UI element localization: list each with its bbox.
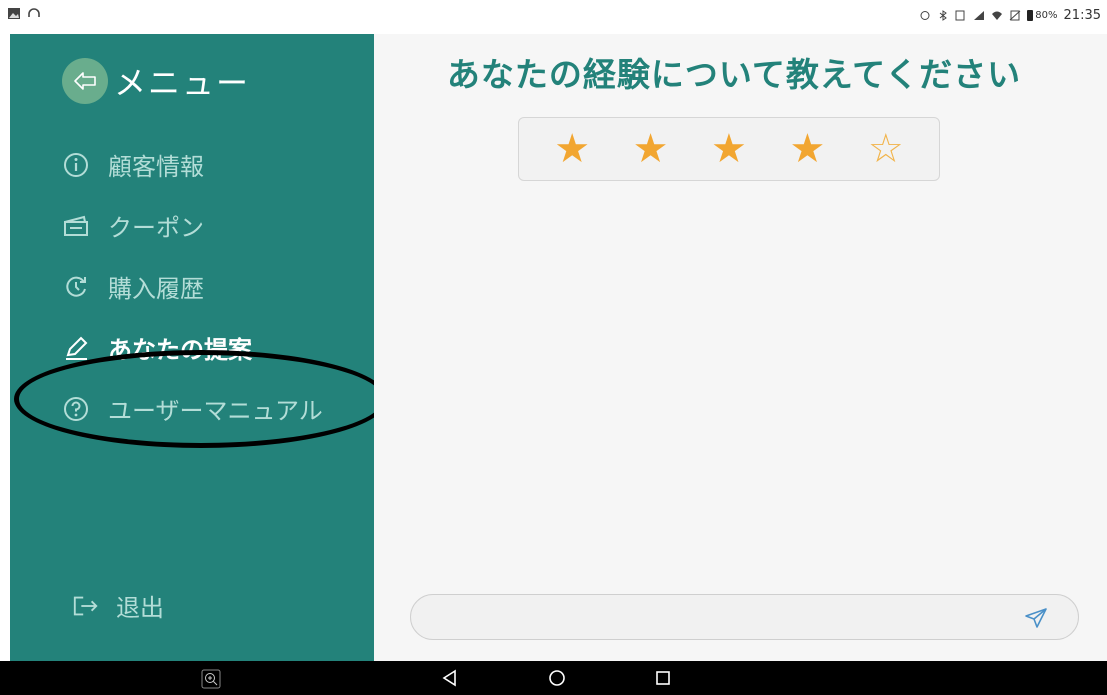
no-sim-icon bbox=[1009, 10, 1021, 21]
system-navigation-bar bbox=[0, 661, 1107, 695]
back-button[interactable] bbox=[62, 58, 108, 104]
pencil-icon bbox=[62, 334, 90, 362]
signal-icon bbox=[974, 11, 985, 20]
message-input-bar[interactable] bbox=[410, 594, 1079, 640]
sidebar-item-your-suggestion[interactable]: あなたの提案 bbox=[62, 317, 323, 378]
sidebar-item-label: ユーザーマニュアル bbox=[108, 397, 323, 425]
sidebar-item-label: 顧客情報 bbox=[108, 153, 204, 181]
star-3-filled-icon[interactable]: ★ bbox=[711, 129, 747, 169]
status-bar: 80% 21:35 bbox=[0, 0, 1107, 34]
sidebar-menu: メニュー 顧客情報 クーポン 購入履歴 あなたの提案 ユーザーマニュアル 退出 bbox=[10, 34, 374, 661]
help-icon bbox=[62, 395, 90, 423]
sidebar-nav: 顧客情報 クーポン 購入履歴 あなたの提案 ユーザーマニュアル bbox=[62, 134, 323, 439]
headphones-icon bbox=[28, 8, 40, 17]
image-notification-icon bbox=[8, 8, 20, 19]
menu-header: メニュー bbox=[62, 58, 250, 104]
sidebar-item-label: クーポン bbox=[108, 214, 204, 242]
send-icon[interactable] bbox=[1024, 607, 1048, 629]
bluetooth-icon bbox=[939, 10, 948, 21]
battery-percent: 80% bbox=[1035, 10, 1058, 21]
battery-indicator: 80% bbox=[1027, 10, 1058, 21]
home-nav-icon[interactable] bbox=[548, 669, 566, 687]
history-icon bbox=[62, 273, 90, 301]
nfc-icon bbox=[955, 10, 965, 21]
recents-nav-icon[interactable] bbox=[654, 669, 672, 687]
sidebar-item-label: あなたの提案 bbox=[108, 336, 252, 364]
sidebar-item-coupon[interactable]: クーポン bbox=[62, 195, 323, 256]
page-title: あなたの経験について教えてください bbox=[446, 55, 1022, 94]
sync-icon bbox=[920, 11, 930, 20]
wifi-icon bbox=[992, 11, 1003, 20]
sidebar-item-user-manual[interactable]: ユーザーマニュアル bbox=[62, 378, 323, 439]
star-5-empty-icon[interactable]: ☆ bbox=[868, 129, 904, 169]
battery-icon bbox=[1027, 10, 1034, 21]
sidebar-item-purchase-history[interactable]: 購入履歴 bbox=[62, 256, 323, 317]
coupon-icon bbox=[62, 212, 90, 240]
star-2-filled-icon[interactable]: ★ bbox=[633, 129, 669, 169]
clock: 21:35 bbox=[1063, 8, 1101, 23]
sidebar-item-label: 購入履歴 bbox=[108, 275, 204, 303]
arrow-left-icon bbox=[74, 72, 96, 90]
star-1-filled-icon[interactable]: ★ bbox=[554, 129, 590, 169]
main-content: あなたの経験について教えてください ★ ★ ★ ★ ☆ bbox=[374, 34, 1107, 661]
sidebar-item-customer-info[interactable]: 顧客情報 bbox=[62, 134, 323, 195]
star-rating: ★ ★ ★ ★ ☆ bbox=[518, 117, 940, 181]
menu-title: メニュー bbox=[114, 64, 251, 102]
star-4-filled-icon[interactable]: ★ bbox=[789, 129, 825, 169]
logout-icon bbox=[72, 592, 100, 620]
zoom-in-icon[interactable] bbox=[201, 669, 221, 689]
logout-button[interactable]: 退出 bbox=[72, 588, 164, 623]
back-nav-icon[interactable] bbox=[441, 669, 459, 687]
info-icon bbox=[62, 151, 90, 179]
logout-label: 退出 bbox=[116, 594, 164, 622]
